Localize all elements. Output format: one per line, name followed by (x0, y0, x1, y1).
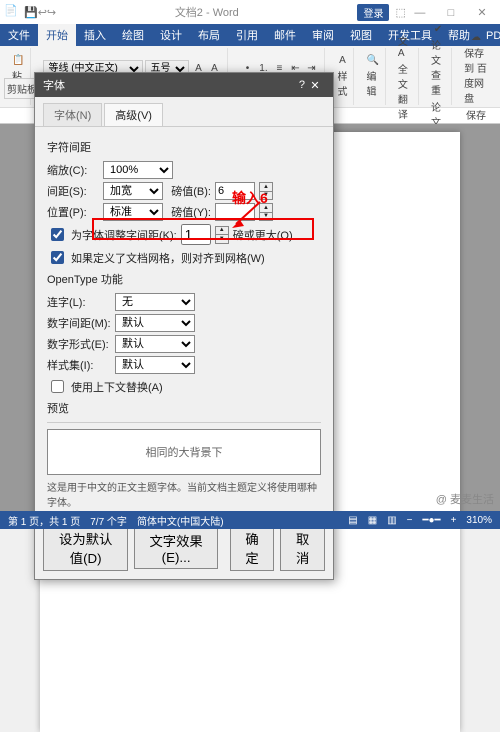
cancel-button[interactable]: 取消 (280, 525, 325, 571)
default-button[interactable]: 设为默认值(D) (43, 525, 128, 571)
kerning-unit: 磅或更大(O) (233, 227, 293, 243)
lunwen-label: 论文 查重 (431, 37, 445, 97)
tab-0[interactable]: 文件 (0, 24, 38, 46)
translate-label: 全文 翻译 (398, 61, 412, 121)
position-label: 位置(P): (47, 204, 99, 220)
tab-12[interactable]: PDF工具集 (478, 24, 500, 46)
contextalt-label: 使用上下文替换(A) (71, 379, 163, 395)
tab-6[interactable]: 引用 (228, 24, 266, 46)
window-title: 文档2 - Word (56, 4, 357, 20)
watermark: @ 麦麦生活 (436, 491, 494, 507)
translate-icon[interactable]: 文A (398, 33, 412, 59)
numspacing-label: 数字间距(M): (47, 315, 111, 331)
by2-label: 磅值(Y): (167, 204, 211, 220)
by2-input[interactable] (215, 203, 255, 221)
qat-redo-icon[interactable]: ↪ (47, 6, 56, 19)
dialog-title: 字体 (43, 77, 65, 93)
edit-label: 编辑 (366, 68, 378, 98)
scale-label: 缩放(C): (47, 162, 99, 178)
view-web-icon[interactable]: ▥ (387, 515, 396, 526)
by2-spinner[interactable]: ▲▼ (259, 203, 273, 221)
kerning-label: 为字体调整字间距(K): (71, 227, 177, 243)
paste-icon[interactable]: 📋 (12, 55, 24, 66)
login-badge[interactable]: 登录 (357, 4, 389, 21)
preview-box: 相同的大背景下 (47, 429, 321, 475)
baidu-label: 保存到 百度网盘 (464, 45, 488, 105)
tab-5[interactable]: 布局 (190, 24, 228, 46)
by1-label: 磅值(B): (167, 183, 211, 199)
scale-select[interactable]: 100% (103, 161, 173, 179)
snapgrid-label: 如果定义了文档网格，则对齐到网格(W) (71, 250, 265, 266)
zoom-out-icon[interactable]: − (407, 515, 413, 526)
tab-advanced[interactable]: 高级(V) (104, 103, 163, 126)
position-select[interactable]: 标准 (103, 203, 163, 221)
word-icon: 📄 (4, 4, 20, 20)
numform-select[interactable]: 默认 (115, 335, 195, 353)
numform-label: 数字形式(E): (47, 336, 111, 352)
status-lang[interactable]: 简体中文(中国大陆) (137, 513, 224, 528)
zoom-slider[interactable]: ━●━ (422, 515, 440, 526)
maximize-button[interactable]: □ (437, 7, 465, 19)
spacing-label: 间距(S): (47, 183, 99, 199)
tab-font[interactable]: 字体(N) (43, 103, 102, 126)
tab-2[interactable]: 插入 (76, 24, 114, 46)
by1-input[interactable] (215, 182, 255, 200)
section-ot-label: OpenType 功能 (47, 271, 321, 287)
tab-3[interactable]: 绘图 (114, 24, 152, 46)
ribbon-options-icon[interactable]: ⬚ (395, 6, 405, 19)
tab-7[interactable]: 邮件 (266, 24, 304, 46)
ligatures-select[interactable]: 无 (115, 293, 195, 311)
ligatures-label: 连字(L): (47, 294, 111, 310)
view-print-icon[interactable]: ▦ (368, 515, 377, 526)
find-icon[interactable]: 🔍 (366, 55, 378, 66)
styleset-select[interactable]: 默认 (115, 356, 195, 374)
close-button[interactable]: ✕ (468, 6, 496, 19)
zoom-in-icon[interactable]: + (451, 515, 457, 526)
tab-9[interactable]: 视图 (342, 24, 380, 46)
texteffects-button[interactable]: 文字效果(E)... (134, 527, 217, 569)
ok-button[interactable]: 确定 (230, 525, 275, 571)
lunwen-icon[interactable]: ✔ (434, 24, 442, 35)
styles-label: 样式 (337, 68, 347, 98)
section-preview-label: 预览 (47, 400, 321, 416)
section-spacing-label: 字符间距 (47, 139, 321, 155)
styleset-label: 样式集(I): (47, 357, 111, 373)
tab-4[interactable]: 设计 (152, 24, 190, 46)
qat-save-icon[interactable]: 💾 (24, 6, 38, 19)
tab-8[interactable]: 审阅 (304, 24, 342, 46)
baidu-icon[interactable]: ☁ (471, 32, 481, 43)
kerning-checkbox[interactable] (51, 228, 64, 241)
status-zoom[interactable]: 310% (466, 515, 492, 526)
preview-note: 这是用于中文的正文主题字体。当前文档主题定义将使用哪种字体。 (47, 479, 321, 509)
contextalt-checkbox[interactable] (51, 380, 64, 393)
by1-spinner[interactable]: ▲▼ (259, 182, 273, 200)
numspacing-select[interactable]: 默认 (115, 314, 195, 332)
ribbon-tabs: 文件开始插入绘图设计布局引用邮件审阅视图开发工具帮助PDF工具集百度网盘◯ 告诉… (0, 24, 500, 46)
baidu2-label: 保存 (466, 107, 486, 122)
dialog-close-icon[interactable]: ✕ (305, 79, 325, 92)
status-words[interactable]: 7/7 个字 (90, 513, 127, 528)
qat-undo-icon[interactable]: ↩ (38, 6, 47, 19)
font-dialog: 字体 ? ✕ 字体(N) 高级(V) 字符间距 缩放(C): 100% 间距(S… (34, 72, 334, 580)
spacing-select[interactable]: 加宽 (103, 182, 163, 200)
status-page[interactable]: 第 1 页，共 1 页 (8, 513, 80, 528)
tab-1[interactable]: 开始 (38, 24, 76, 46)
snapgrid-checkbox[interactable] (51, 251, 64, 264)
status-bar: 第 1 页，共 1 页 7/7 个字 简体中文(中国大陆) ▤ ▦ ▥ − ━●… (0, 511, 500, 529)
view-read-icon[interactable]: ▤ (348, 515, 357, 526)
kerning-input[interactable] (181, 224, 211, 245)
kerning-spinner[interactable]: ▲▼ (215, 226, 229, 244)
minimize-button[interactable]: — (406, 7, 434, 19)
styles-icon[interactable]: A (339, 55, 346, 66)
